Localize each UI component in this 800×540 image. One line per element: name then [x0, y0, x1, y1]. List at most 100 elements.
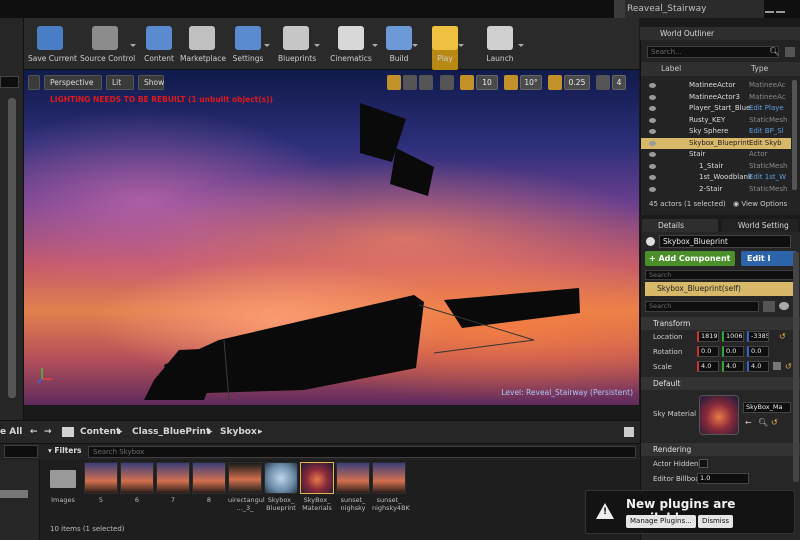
asset-tile[interactable]: Images — [46, 462, 80, 504]
details-scrollbar[interactable] — [793, 252, 799, 482]
dropdown-caret-icon[interactable] — [518, 44, 524, 47]
dismiss-button[interactable]: Dismiss — [698, 515, 734, 528]
location-x-field[interactable]: 1819 — [697, 331, 719, 342]
breadcrumb-class-blueprint[interactable]: Class_BluePrint — [132, 427, 210, 437]
content-search-input[interactable]: Search Skybox — [88, 446, 636, 458]
scale-x-field[interactable]: 4.0 — [697, 361, 719, 372]
window-controls[interactable] — [764, 0, 800, 18]
outliner-row[interactable]: MatineeActor3 MatineeAc — [641, 92, 791, 104]
visibility-eye-icon[interactable] — [649, 117, 656, 123]
actor-type[interactable]: Edit Skyb — [749, 138, 782, 150]
visibility-eye-icon[interactable] — [649, 83, 656, 88]
filters-button[interactable]: ▾ Filters — [48, 446, 82, 455]
dropdown-caret-icon[interactable] — [314, 44, 320, 47]
rotation-y-field[interactable]: 0.0 — [722, 346, 744, 357]
outliner-row[interactable]: Sky Sphere Edit BP_Sl — [641, 126, 791, 138]
outliner-row[interactable]: MatineeActor MatineeAc — [641, 80, 791, 92]
outliner-row[interactable]: Skybox_Blueprint Edit Skyb — [641, 137, 791, 150]
launch-button[interactable]: Launch — [482, 26, 524, 70]
grid-snap-icon[interactable] — [460, 75, 474, 90]
rotation-snap-value[interactable]: 10° — [520, 75, 542, 90]
visibility-eye-icon[interactable] — [649, 175, 656, 180]
dropdown-caret-icon[interactable] — [412, 44, 418, 47]
level-tab[interactable]: Reaveal_Stairway — [614, 0, 764, 18]
outliner-row[interactable]: Player_Start_Blue Edit Playe — [641, 103, 791, 115]
viewport-options-button[interactable] — [28, 75, 40, 90]
show-button[interactable]: Show — [138, 75, 164, 90]
translate-tool-icon[interactable] — [387, 75, 401, 90]
tab-details[interactable]: Details — [642, 219, 718, 232]
cinematics-button[interactable]: Cinematics — [330, 26, 378, 70]
asset-tile[interactable]: 5 — [84, 462, 118, 504]
outliner-row[interactable]: 2-Stair StaticMesh — [641, 184, 791, 196]
build-button[interactable]: Build — [386, 26, 418, 70]
actor-hidden-checkbox[interactable] — [699, 459, 708, 468]
reset-scale-icon[interactable]: ↺ — [785, 362, 792, 371]
view-options-button[interactable]: ◉ View Options — [733, 200, 787, 208]
scale-tool-icon[interactable] — [419, 75, 433, 90]
visibility-eye-icon[interactable] — [649, 106, 656, 111]
rotation-snap-icon[interactable] — [504, 75, 518, 90]
lock-icon[interactable] — [624, 427, 634, 437]
actor-name-field[interactable]: Skybox_Blueprint — [659, 235, 791, 248]
world-space-icon[interactable] — [440, 75, 454, 90]
outliner-row[interactable]: Stair Actor — [641, 149, 791, 161]
search-icon[interactable]: 🔍︎ — [769, 47, 779, 56]
outliner-scrollbar[interactable] — [792, 80, 797, 190]
asset-tile[interactable]: 8 — [192, 462, 226, 504]
modes-search-input[interactable] — [0, 76, 19, 88]
column-label[interactable]: Label — [661, 62, 681, 76]
tab-world-settings[interactable]: World Setting — [722, 219, 798, 232]
outliner-row[interactable]: 1st_Woodblank Edit 1st_W — [641, 172, 791, 184]
visibility-eye-icon[interactable] — [649, 163, 656, 169]
reset-material-icon[interactable]: ↺ — [771, 418, 778, 427]
scale-snap-icon[interactable] — [548, 75, 562, 90]
grid-view-icon[interactable] — [763, 301, 775, 312]
rotation-z-field[interactable]: 0.0 — [747, 346, 769, 357]
component-row[interactable]: Skybox_Blueprint(self) — [645, 282, 797, 296]
source-control-button[interactable]: Source Control — [80, 26, 136, 70]
save-current-button[interactable]: Save Current — [28, 26, 77, 70]
outliner-settings-icon[interactable] — [785, 47, 795, 57]
level-viewport[interactable]: Perspective Lit Show 10 10° 0.25 4 LIGHT… — [24, 70, 639, 405]
visibility-eye-icon[interactable] — [649, 129, 656, 134]
breadcrumb-skybox[interactable]: Skybox — [220, 427, 257, 437]
asset-tile[interactable]: 6 — [120, 462, 154, 504]
scale-y-field[interactable]: 4.0 — [722, 361, 744, 372]
column-type[interactable]: Type — [751, 62, 768, 76]
content-button[interactable]: Content — [144, 26, 174, 70]
actor-type[interactable]: Edit BP_Sl — [749, 126, 784, 138]
lit-button[interactable]: Lit — [106, 75, 134, 90]
transform-section[interactable]: Transform — [641, 317, 800, 330]
rendering-section[interactable]: Rendering — [641, 443, 800, 456]
rotation-x-field[interactable]: 0.0 — [697, 346, 719, 357]
asset-tile[interactable]: 7 — [156, 462, 190, 504]
settings-button[interactable]: Settings — [232, 26, 270, 70]
dropdown-caret-icon[interactable] — [372, 44, 378, 47]
play-button[interactable]: Play — [432, 26, 464, 70]
back-arrow-icon[interactable]: ← — [30, 427, 38, 437]
add-component-button[interactable]: + Add Component — [645, 251, 735, 266]
asset-tile[interactable]: uirectangul ..._3_ — [228, 462, 265, 512]
editor-billboard-field[interactable]: 1.0 — [697, 473, 749, 484]
lock-icon[interactable] — [773, 362, 781, 370]
actor-type[interactable]: Edit Playe — [749, 103, 784, 115]
minimize-icon[interactable] — [765, 5, 774, 13]
grid-snap-value[interactable]: 10 — [476, 75, 498, 90]
asset-tile[interactable]: Skybox_ Blueprint — [264, 462, 298, 512]
camera-speed-icon[interactable] — [596, 75, 610, 90]
outliner-row[interactable]: 1_Stair StaticMesh — [641, 161, 791, 173]
asset-tile[interactable]: sunset_ nighsky4BK — [372, 462, 410, 512]
component-search-input[interactable]: Search — [645, 270, 797, 280]
blueprints-button[interactable]: Blueprints — [278, 26, 320, 70]
reset-location-icon[interactable]: ↺ — [779, 332, 786, 341]
perspective-button[interactable]: Perspective — [44, 75, 102, 90]
tab-world-outliner[interactable]: World Outliner — [640, 27, 800, 40]
default-section[interactable]: Default — [641, 377, 800, 390]
scale-snap-value[interactable]: 0.25 — [564, 75, 590, 90]
scale-z-field[interactable]: 4.0 — [747, 361, 769, 372]
asset-tile[interactable]: sunset_ nighsky — [336, 462, 370, 512]
outliner-search-input[interactable]: Search... — [647, 46, 779, 58]
manage-plugins-button[interactable]: Manage Plugins... — [626, 515, 696, 528]
location-y-field[interactable]: 1006 — [722, 331, 744, 342]
